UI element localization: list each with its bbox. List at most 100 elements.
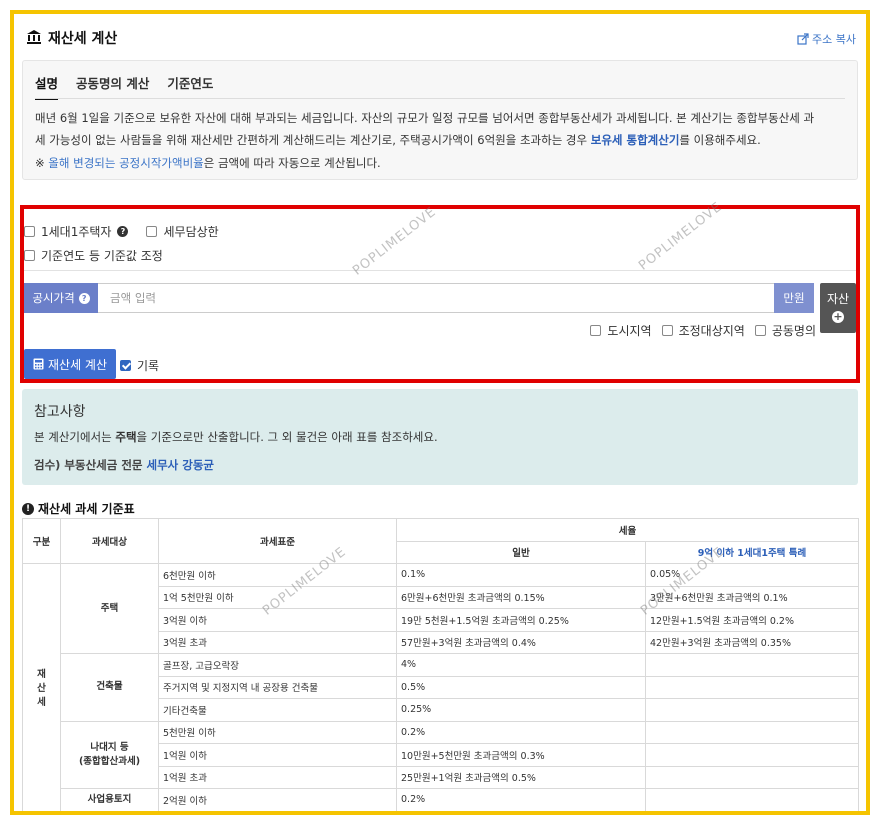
help-icon[interactable]: ? — [78, 292, 90, 304]
base-cell: 1억원 이하 — [158, 743, 397, 767]
calculate-button-label: 재산세 계산 — [47, 357, 107, 372]
note-prefix: ※ — [35, 156, 49, 170]
reference-title: 참고사항 — [34, 404, 86, 420]
note-suffix: 은 금액에 따라 자동으로 계산됩니다. — [203, 156, 381, 170]
general-rate-cell: 0.5% — [396, 675, 646, 699]
share-icon — [797, 33, 809, 45]
city-option: 도시지역 — [590, 322, 652, 339]
tax-consult-checkbox[interactable] — [146, 226, 158, 237]
special-rate-cell — [644, 765, 860, 789]
tab-joint-calc[interactable]: 공동명의 계산 — [76, 73, 149, 100]
tab-description[interactable]: 설명 — [35, 73, 59, 100]
group-building: 건축물 — [60, 653, 159, 722]
header-rate: 세율 — [395, 518, 860, 542]
category-cell: 재산세 — [22, 563, 61, 811]
page-header: 재산세 계산 주소 복사 — [26, 26, 856, 52]
checkbox-row-2: 기준연도 등 기준값 조정 — [24, 247, 163, 264]
calculator-divider — [24, 270, 856, 271]
general-rate-cell: 4% — [396, 653, 646, 677]
special-rate-cell: 0.05% — [644, 563, 860, 587]
one-house-checkbox[interactable] — [24, 226, 35, 237]
record-checkbox[interactable] — [120, 360, 131, 371]
description-line-2-end: 를 이용해주세요. — [679, 133, 761, 147]
city-label: 도시지역 — [607, 324, 652, 338]
adjust-area-label: 조정대상지역 — [678, 324, 745, 338]
region-options: 도시지역 조정대상지역 공동명의 — [590, 322, 816, 339]
special-rate-cell — [644, 743, 860, 767]
category-char: 세 — [37, 697, 46, 709]
description-line-2: 세 가능성이 없는 사람들을 위해 재산세만 간편하게 계산해드리는 계산기로,… — [35, 129, 845, 151]
tab-base-year[interactable]: 기준연도 — [167, 73, 213, 100]
one-house-label: 1세대1주택자 — [41, 225, 112, 239]
base-cell: 6천만원 이하 — [158, 563, 397, 587]
special-rate-cell — [644, 720, 860, 744]
group-separate-land: 사업용토지 — [60, 788, 159, 811]
page-title: 재산세 계산 — [48, 31, 118, 47]
copy-address-label: 주소 복사 — [812, 33, 856, 46]
fair-market-ratio-link[interactable]: 올해 변경되는 공정시작가액비율 — [48, 156, 203, 170]
table-row: 나대지 등 (종합합산과세) 5천만원 이하 0.2% — [23, 720, 860, 789]
base-cell: 기타건축물 — [158, 698, 397, 722]
price-label: 공시가격 ? — [24, 283, 98, 313]
special-rate-cell — [644, 653, 860, 677]
record-option: 기록 — [120, 357, 159, 374]
table-row: 재산세 주택 6천만원 이하 0.1% 0.05% — [22, 563, 860, 811]
joint-ownership-label: 공동명의 — [771, 324, 816, 338]
description-line-2-text: 세 가능성이 없는 사람들을 위해 재산세만 간편하게 계산해드리는 계산기로,… — [35, 133, 591, 147]
base-year-checkbox[interactable] — [24, 250, 35, 261]
joint-ownership-checkbox[interactable] — [754, 325, 766, 336]
category-label: 재산세 — [27, 666, 56, 708]
adjust-area-checkbox[interactable] — [661, 325, 673, 336]
calculator-icon — [33, 358, 44, 370]
page-frame: 재산세 계산 주소 복사 설명 공동명의 계산 기준연도 매년 6월 1일을 기… — [10, 10, 870, 815]
base-cell: 주거지역 및 지정지역 내 공장용 건축물 — [158, 675, 397, 699]
description-panel: 설명 공동명의 계산 기준연도 매년 6월 1일을 기준으로 보유한 자산에 대… — [22, 60, 858, 180]
group-land-label: 나대지 등 — [90, 741, 129, 753]
copy-address-link[interactable]: 주소 복사 — [797, 31, 856, 47]
general-rate-cell: 0.25% — [396, 698, 646, 722]
base-cell: 3억원 초과 — [158, 630, 397, 654]
description-text: 매년 6월 1일을 기준으로 보유한 자산에 대해 부과되는 세금입니다. 자산… — [35, 107, 845, 151]
reviewer-name-link[interactable]: 세무사 강동균 — [147, 458, 214, 472]
base-cell: 골프장, 고급오락장 — [158, 653, 397, 677]
price-input[interactable]: 금액 입력 — [98, 283, 774, 313]
header-special: 9억 이하 1세대1주택 특례 — [644, 540, 860, 564]
checkbox-row-1: 1세대1주택자 ? 세무담상한 — [24, 223, 219, 240]
general-rate-cell: 19만 5천원+1.5억원 초과금액의 0.25% — [396, 608, 646, 632]
special-rate-cell — [644, 675, 860, 699]
tax-consult-label: 세무담상한 — [163, 225, 219, 239]
record-label: 기록 — [137, 359, 160, 373]
base-cell: 1억원 초과 — [158, 765, 397, 789]
base-year-label: 기준연도 등 기준값 조정 — [41, 249, 163, 263]
category-char: 산 — [37, 683, 46, 695]
tax-rate-table: 구분 과세대상 과세표준 세율 일반 9억 이하 1세대1주택 특례 재산세 주… — [22, 518, 860, 811]
header-base: 과세표준 — [158, 518, 397, 564]
header-general: 일반 — [396, 540, 646, 564]
city-checkbox[interactable] — [590, 325, 602, 336]
unit-label: 만원 — [774, 283, 814, 313]
calculate-button[interactable]: 재산세 계산 — [24, 349, 116, 379]
calculator-panel: 1세대1주택자 ? 세무담상한 기준연도 등 기준값 조정 공시가격 ? 금액 … — [20, 205, 860, 383]
reference-text-bold: 주택 — [115, 430, 137, 444]
special-rate-cell — [644, 788, 860, 811]
general-rate-cell: 0.2% — [396, 788, 646, 811]
reviewer-line: 검수) 부동산세금 전문 세무사 강동균 — [34, 457, 214, 473]
tab-divider — [35, 98, 845, 99]
reviewer-prefix: 검수) 부동산세금 전문 — [34, 458, 147, 472]
base-cell: 1억 5천만원 이하 — [158, 585, 397, 609]
header-target: 과세대상 — [60, 518, 159, 564]
category-char: 재 — [37, 669, 46, 681]
description-line-1: 매년 6월 1일을 기준으로 보유한 자산에 대해 부과되는 세금입니다. 자산… — [35, 111, 815, 125]
help-icon[interactable]: ? — [117, 226, 129, 237]
tax-table-title: 재산세 과세 기준표 — [38, 502, 135, 516]
add-asset-button[interactable]: 자산 + — [820, 283, 856, 333]
special-rate-cell: 3만원+6천만원 초과금액의 0.1% — [644, 585, 860, 609]
tax-table-heading: ! 재산세 과세 기준표 — [22, 500, 135, 517]
bank-icon — [27, 30, 41, 44]
price-input-group: 공시가격 ? 금액 입력 만원 — [24, 283, 814, 313]
joint-option: 공동명의 — [754, 322, 816, 339]
group-housing: 주택 — [60, 563, 159, 654]
table-header-row: 구분 과세대상 과세표준 세율 — [22, 518, 860, 564]
base-cell: 5천만원 이하 — [158, 720, 397, 744]
holding-tax-calculator-link[interactable]: 보유세 통합계산기 — [591, 133, 680, 147]
